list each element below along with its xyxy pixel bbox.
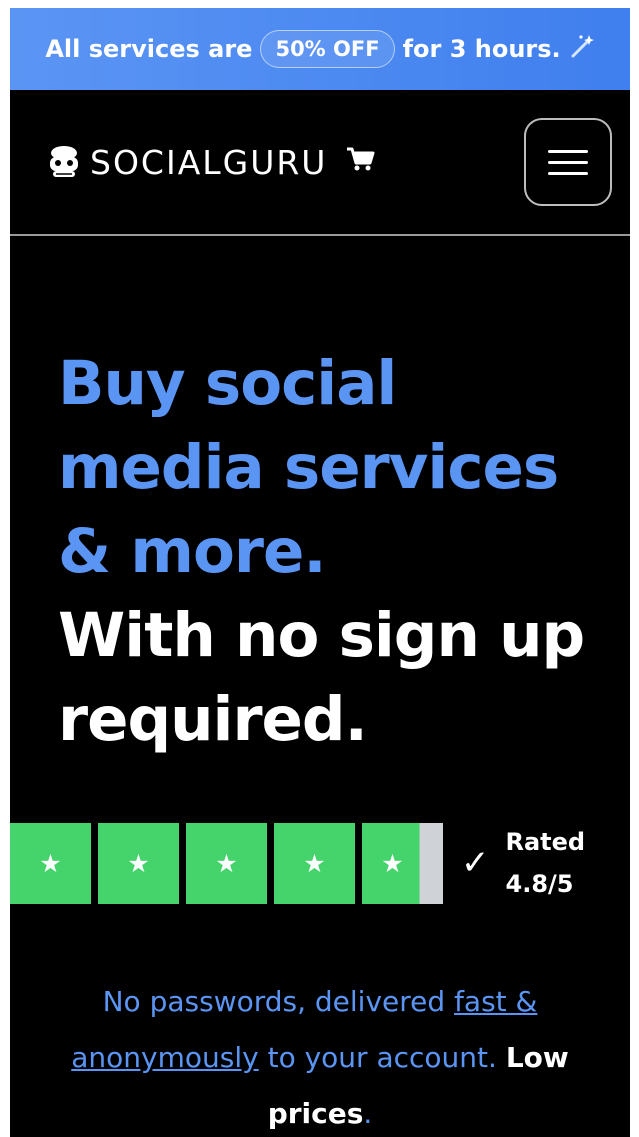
hero-line: Buy social [58, 348, 397, 419]
guru-face-icon [44, 145, 84, 179]
tagline-text: No passwords, delivered [102, 985, 455, 1018]
page-frame: All services are 50% OFF for 3 hours. SO… [10, 8, 630, 1137]
promo-text-after: for 3 hours. [402, 35, 561, 63]
rating-score: 4.8/5 [505, 870, 574, 898]
rating-label-line1: Rated [505, 828, 586, 856]
star-icon: ★ [362, 822, 443, 904]
sparkle-icon [569, 33, 595, 65]
menu-button[interactable] [524, 118, 612, 206]
star-icon: ★ [186, 822, 267, 904]
checkmark-icon: ✓ [461, 843, 490, 883]
star-icon: ★ [98, 822, 179, 904]
star-rating: ★ ★ ★ ★ ★ [10, 822, 443, 904]
brand-logo[interactable]: SOCIALGURU [44, 143, 375, 182]
hero-line: media services [58, 432, 559, 503]
promo-text-before: All services are [45, 35, 253, 63]
site-header: SOCIALGURU [10, 90, 630, 236]
hero-line: & more. [58, 516, 327, 587]
tagline-end: . [363, 1097, 373, 1130]
hero-line: With no sign up [58, 600, 585, 671]
cart-icon[interactable] [345, 145, 375, 180]
rating-label: Rated 4.8/5 [506, 821, 586, 905]
star-icon: ★ [10, 822, 91, 904]
tagline-text: to your account. [258, 1041, 506, 1074]
rating-widget: ★ ★ ★ ★ ★ ✓ Rated 4.8/5 [10, 821, 585, 905]
hero-tagline: No passwords, delivered fast & anonymous… [24, 974, 616, 1137]
hamburger-icon [548, 171, 588, 175]
hamburger-icon [548, 149, 588, 153]
hamburger-icon [548, 160, 588, 164]
discount-badge: 50% OFF [260, 30, 395, 68]
hero-heading: Buy social media services & more. With n… [10, 236, 630, 762]
hero-line: required. [58, 684, 368, 755]
star-icon: ★ [274, 822, 355, 904]
promo-banner[interactable]: All services are 50% OFF for 3 hours. [10, 8, 630, 90]
brand-name: SOCIALGURU [90, 142, 328, 182]
